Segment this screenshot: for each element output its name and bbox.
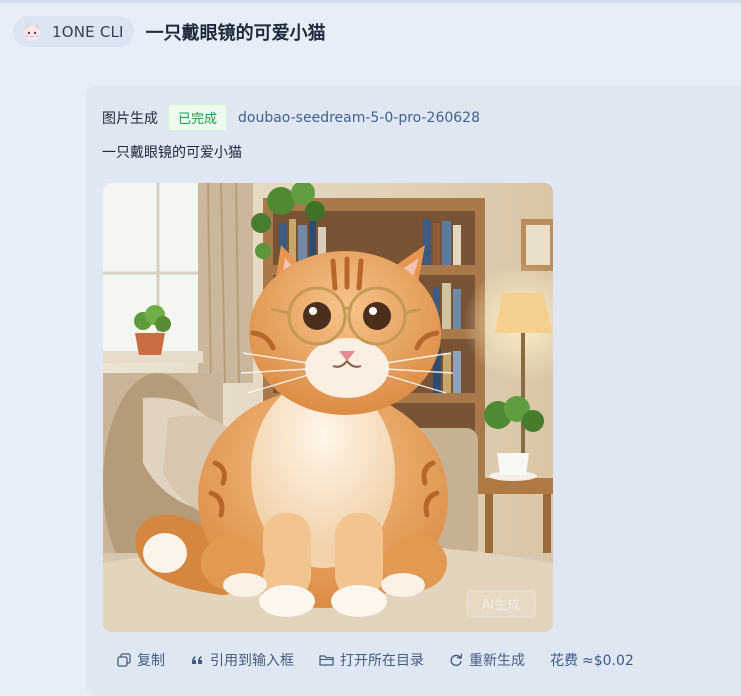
- regenerate-button[interactable]: 重新生成: [449, 650, 525, 670]
- cat-illustration: AI生成: [103, 183, 553, 632]
- result-meta: 图片生成 已完成 doubao-seedream-5-0-pro-260628: [102, 104, 480, 131]
- app-badge[interactable]: 1ONE CLI: [13, 16, 134, 47]
- cost-label: 花费: [550, 653, 578, 669]
- quote-button[interactable]: 引用到输入框: [190, 650, 294, 670]
- image-result-card: 图片生成 已完成 doubao-seedream-5-0-pro-260628 …: [86, 86, 741, 696]
- regenerate-label: 重新生成: [469, 653, 525, 669]
- refresh-icon: [450, 653, 463, 667]
- quote-icon: [192, 656, 202, 664]
- app-name: 1ONE CLI: [52, 22, 124, 41]
- open-folder-button[interactable]: 打开所在目录: [319, 650, 424, 670]
- prompt-text: 一只戴眼镜的可爱小猫: [102, 145, 242, 161]
- open-folder-label: 打开所在目录: [340, 653, 424, 669]
- cost-value: ≈$0.02: [582, 653, 634, 669]
- generated-image[interactable]: AI生成: [103, 183, 553, 632]
- result-type-label: 图片生成: [102, 110, 158, 127]
- chat-header: 1ONE CLI 一只戴眼镜的可爱小猫: [13, 16, 326, 47]
- cost-info: 花费 ≈$0.02: [550, 650, 634, 670]
- status-badge: 已完成: [168, 104, 228, 131]
- folder-icon: [319, 655, 334, 666]
- quote-label: 引用到输入框: [210, 653, 294, 669]
- copy-label: 复制: [137, 653, 165, 669]
- ai-watermark: AI生成: [482, 598, 521, 613]
- cat-avatar-icon: [24, 22, 40, 40]
- model-name: doubao-seedream-5-0-pro-260628: [238, 109, 480, 126]
- top-divider: [0, 0, 741, 3]
- chat-title: 一只戴眼镜的可爱小猫: [145, 22, 326, 44]
- action-bar: 复制 引用到输入框 打开所在目录 重新生成 花费 ≈$0.02: [117, 650, 634, 670]
- copy-button[interactable]: 复制: [117, 650, 165, 670]
- copy-icon: [117, 653, 131, 667]
